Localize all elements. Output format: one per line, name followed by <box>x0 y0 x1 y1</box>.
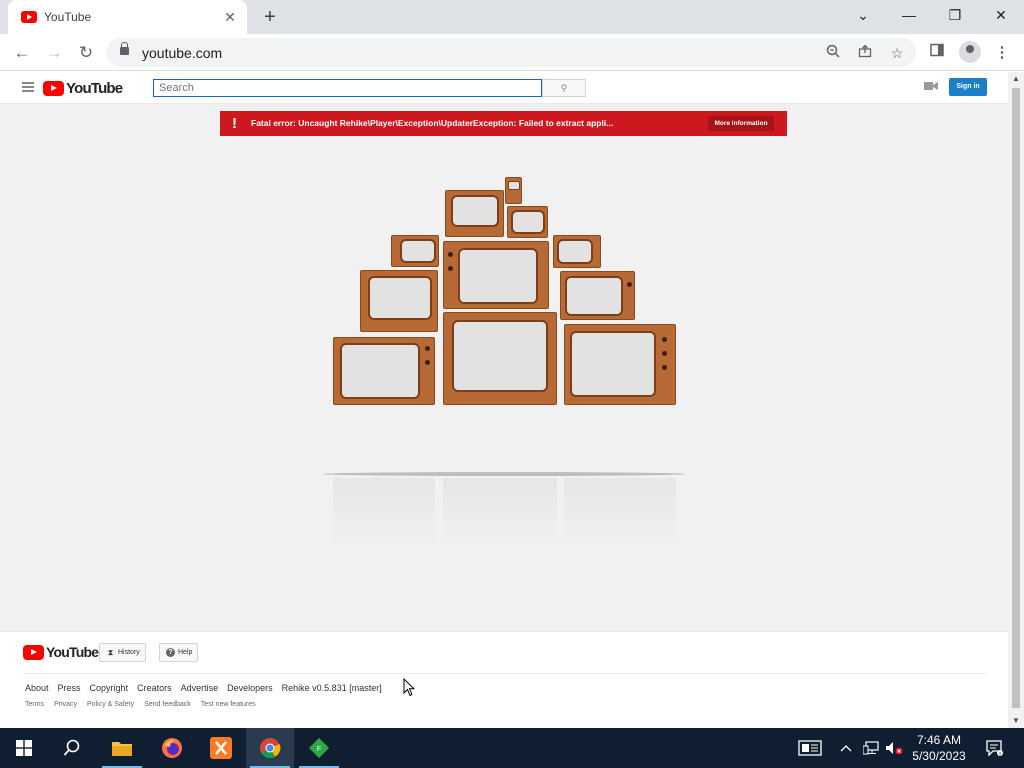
windows-logo-icon <box>16 740 32 756</box>
tv-set <box>505 177 522 204</box>
footer-link-about[interactable]: About <box>25 683 49 693</box>
youtube-play-icon <box>43 81 64 96</box>
lock-icon[interactable] <box>120 42 129 55</box>
search-button[interactable]: ⚲ <box>542 79 586 97</box>
error-banner: ! Fatal error: Uncaught Rehike\Player\Ex… <box>220 111 787 136</box>
volume-muted-icon[interactable] <box>884 728 906 768</box>
sidepanel-icon[interactable] <box>924 40 950 66</box>
tv-set <box>391 235 439 267</box>
youtube-play-icon <box>23 644 44 660</box>
tv-set <box>553 235 601 268</box>
scroll-up-arrow-icon[interactable]: ▲ <box>1008 72 1024 86</box>
footer-link-developers[interactable]: Developers <box>227 683 273 693</box>
start-button[interactable] <box>0 728 48 768</box>
tab-close-icon[interactable]: ✕ <box>221 8 239 26</box>
scroll-down-arrow-icon[interactable]: ▼ <box>1008 714 1024 728</box>
firefox-icon[interactable] <box>148 728 196 768</box>
page-footer: YouTube ⧗ History ? Help About Press Cop… <box>0 631 1008 728</box>
tab-youtube[interactable]: YouTube ✕ <box>8 0 247 34</box>
browser-toolbar: ← → ↻ youtube.com ☆ ⋮ <box>0 34 1024 71</box>
footer-youtube-logo[interactable]: YouTube <box>23 644 99 660</box>
sign-in-button[interactable]: Sign in <box>949 78 987 96</box>
browser-tab-strip: YouTube ✕ + ⌄ — ❐ ✕ <box>0 0 1024 34</box>
footer-link-creators[interactable]: Creators <box>137 683 172 693</box>
tv-set <box>564 324 676 405</box>
tv-set <box>560 271 635 320</box>
reload-button[interactable]: ↻ <box>73 40 99 66</box>
star-icon[interactable]: ☆ <box>887 43 907 63</box>
help-button[interactable]: ? Help <box>159 643 199 662</box>
system-clock[interactable]: 7:46 AM 5/30/2023 <box>908 732 970 764</box>
taskbar-search-icon[interactable] <box>48 728 96 768</box>
history-button[interactable]: ⧗ History <box>99 643 146 662</box>
footer-link-policy-safety[interactable]: Policy & Safety <box>87 701 134 708</box>
url-text[interactable]: youtube.com <box>142 45 222 61</box>
new-tab-button[interactable]: + <box>258 6 282 28</box>
close-window-button[interactable]: ✕ <box>978 0 1024 32</box>
back-button[interactable]: ← <box>9 40 35 66</box>
footer-link-test-new-features[interactable]: Test new features <box>201 701 256 708</box>
windows-taskbar: F 7:46 AM 5/30/2023 1 <box>0 728 1024 768</box>
minimize-button[interactable]: — <box>886 0 932 32</box>
footer-link-copyright[interactable]: Copyright <box>90 683 129 693</box>
search-icon: ⚲ <box>560 83 568 93</box>
mouse-cursor-icon <box>403 677 416 702</box>
share-icon[interactable] <box>855 43 875 63</box>
footer-primary-links: About Press Copyright Creators Advertise… <box>25 683 382 693</box>
page-scrollbar[interactable]: ▲ ▼ <box>1008 72 1024 728</box>
footer-link-press[interactable]: Press <box>58 683 81 693</box>
more-information-button[interactable]: More information <box>708 116 774 131</box>
hourglass-icon: ⧗ <box>107 648 114 657</box>
menu-icon[interactable]: ⋮ <box>989 40 1015 66</box>
xampp-icon[interactable] <box>197 728 245 768</box>
yt-masthead: YouTube ⚲ Sign in <box>0 72 1008 104</box>
chevron-up-icon[interactable] <box>838 728 854 768</box>
scroll-thumb[interactable] <box>1012 88 1020 708</box>
search-input[interactable] <box>153 79 542 97</box>
clock-time: 7:46 AM <box>916 733 962 747</box>
page-viewport: YouTube ⚲ Sign in ! Fatal error: Uncaugh… <box>0 72 1008 728</box>
upload-icon[interactable] <box>924 81 938 93</box>
footer-link-privacy[interactable]: Privacy <box>54 701 77 708</box>
svg-text:F: F <box>317 746 321 753</box>
fiddler-icon[interactable]: F <box>295 728 343 768</box>
file-explorer-icon[interactable] <box>98 728 146 768</box>
notifications-icon[interactable]: 1 <box>980 728 1008 768</box>
youtube-logo[interactable]: YouTube <box>43 80 123 97</box>
tv-set <box>360 270 438 332</box>
restore-button[interactable]: ❐ <box>932 0 978 32</box>
footer-secondary-links: Terms Privacy Policy & Safety Send feedb… <box>25 701 256 708</box>
footer-link-send-feedback[interactable]: Send feedback <box>144 701 191 708</box>
youtube-favicon-icon <box>21 11 37 23</box>
help-icon: ? <box>166 648 175 657</box>
tv-set <box>445 190 504 237</box>
footer-link-advertise[interactable]: Advertise <box>181 683 219 693</box>
tab-title: YouTube <box>44 10 92 24</box>
tv-set <box>443 241 549 309</box>
forward-button[interactable]: → <box>41 40 67 66</box>
error-message: Fatal error: Uncaught Rehike\Player\Exce… <box>251 118 614 128</box>
news-widget-icon[interactable] <box>796 728 824 768</box>
chrome-icon[interactable] <box>246 728 294 768</box>
profile-icon[interactable] <box>959 41 981 63</box>
network-icon[interactable] <box>861 728 881 768</box>
address-bar[interactable]: youtube.com ☆ <box>106 38 916 67</box>
guide-menu-icon[interactable] <box>22 82 34 92</box>
tv-set <box>333 337 435 405</box>
tv-set <box>443 312 557 405</box>
zoom-icon[interactable] <box>823 43 843 63</box>
footer-link-rehike-version[interactable]: Rehike v0.5.831 [master] <box>282 683 382 693</box>
exclamation-icon: ! <box>232 115 237 132</box>
tv-set <box>507 206 548 238</box>
tab-search-chevron-icon[interactable]: ⌄ <box>840 0 886 32</box>
footer-link-terms[interactable]: Terms <box>25 701 44 708</box>
tv-stack-illustration <box>320 175 688 548</box>
clock-date: 5/30/2023 <box>912 749 966 763</box>
